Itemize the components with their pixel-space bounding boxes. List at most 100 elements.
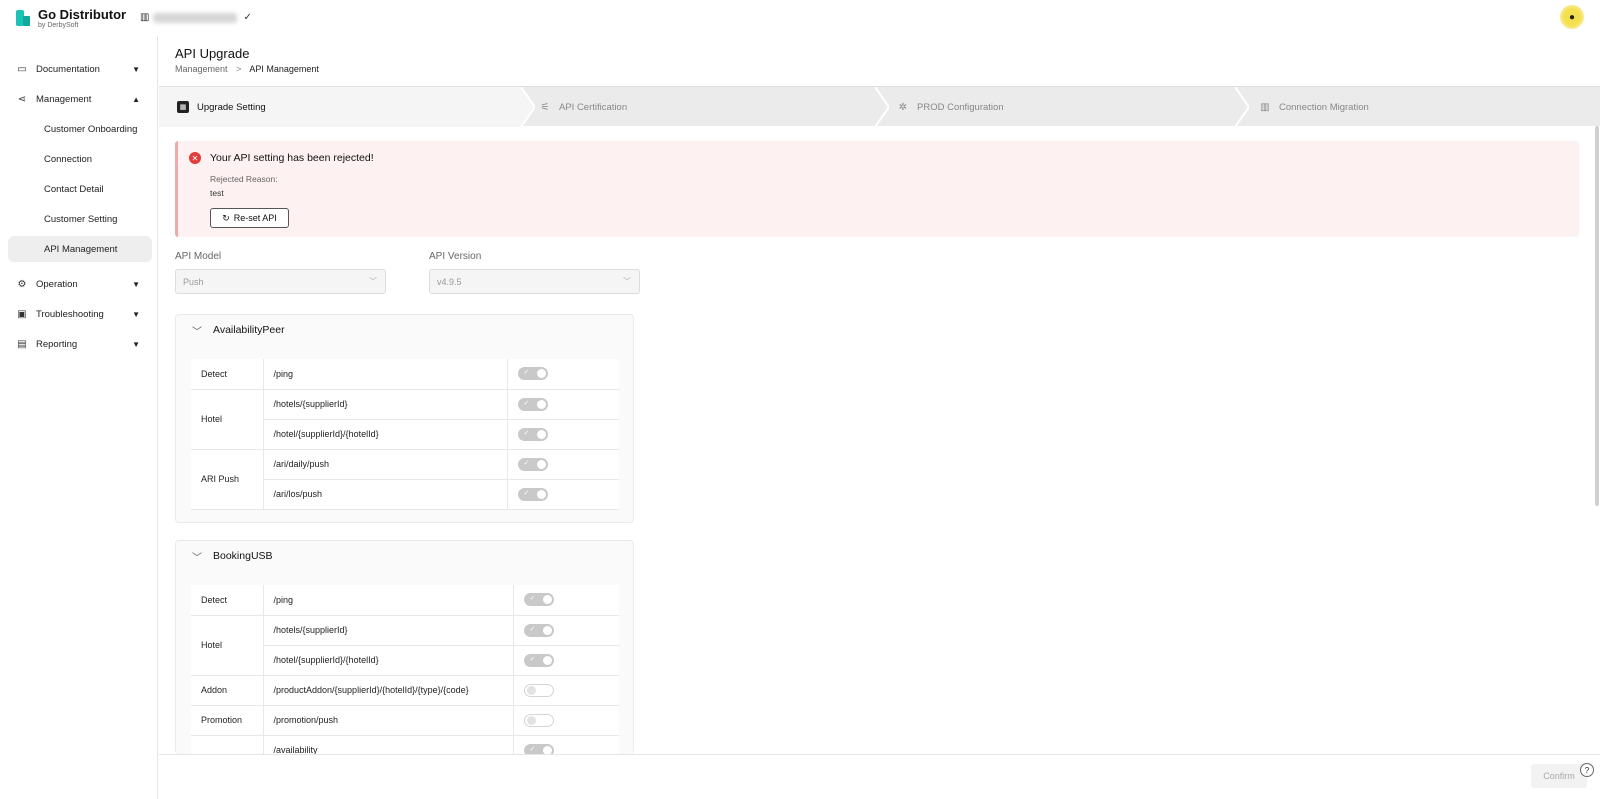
table-row: /availability ✓	[191, 735, 619, 754]
chevron-down-icon: ﹀	[623, 277, 631, 286]
stepper: ▦ Upgrade Setting ⚟ API Certification ✲ …	[159, 86, 1600, 127]
endpoint-toggle[interactable]: ✓	[517, 397, 548, 411]
api-version-value: v4.9.5	[437, 276, 462, 287]
panel-header[interactable]: ﹀ BookingUSB	[176, 541, 633, 571]
step-connection-migration[interactable]: ▥ Connection Migration	[1259, 87, 1589, 127]
step-api-certification[interactable]: ⚟ API Certification	[539, 87, 869, 127]
group-cell: ARI Push	[191, 449, 264, 510]
reset-api-button[interactable]: ↻ Re-set API	[210, 208, 289, 228]
table-row: Hotel /hotels/{supplierId} ✓	[191, 389, 619, 450]
endpoint-toggle[interactable]: ✓	[517, 427, 548, 441]
sidebar-subitem-api-management[interactable]: API Management	[8, 236, 152, 262]
sidebar-subitem-connection[interactable]: Connection	[8, 146, 152, 172]
table-row: Detect /ping ✓	[191, 359, 619, 390]
sidebar-subitem-contact-detail[interactable]: Contact Detail	[8, 176, 152, 202]
endpoint-toggle[interactable]: ✓	[523, 623, 554, 637]
panel-header[interactable]: ﹀ AvailabilityPeer	[176, 315, 635, 345]
sidebar: ▭ Documentation ▼ ⋖ Management ▲ Custome…	[0, 36, 158, 799]
toggle-cell: ✓	[507, 359, 619, 390]
api-table: Detect /ping ✓ Hotel /hotels/{supplierId…	[191, 585, 619, 754]
toggle-cell	[513, 705, 619, 736]
breadcrumb-current: API Management	[249, 64, 319, 74]
help-icon[interactable]: ?	[1580, 763, 1594, 777]
error-icon: ✕	[189, 152, 201, 164]
scrollbar[interactable]	[1595, 126, 1599, 506]
avatar[interactable]: ●	[1560, 5, 1584, 29]
panel-title: BookingUSB	[213, 550, 273, 562]
logo-icon	[16, 10, 30, 26]
chevron-down-icon: ▼	[132, 64, 140, 74]
endpoint-toggle[interactable]: ✓	[523, 653, 554, 667]
sidebar-item-label: Documentation	[36, 63, 100, 75]
sliders-icon: ⚟	[540, 101, 550, 113]
step-upgrade-setting[interactable]: ▦ Upgrade Setting	[159, 87, 521, 127]
org-name-blurred	[153, 12, 238, 23]
sidebar-item-documentation[interactable]: ▭ Documentation ▼	[8, 56, 152, 82]
breadcrumb-parent[interactable]: Management	[175, 64, 228, 74]
chevron-down-icon: ﹀	[369, 277, 377, 286]
sidebar-item-reporting[interactable]: ▤ Reporting ▼	[8, 331, 152, 357]
check-icon: ✓	[523, 489, 530, 497]
sidebar-item-label: Operation	[36, 278, 78, 290]
api-model-value: Push	[183, 276, 204, 287]
path-cell: /hotel/{supplierId}/{hotelId}	[263, 645, 514, 676]
step-divider	[1235, 87, 1249, 127]
endpoint-toggle[interactable]: ✓	[517, 367, 548, 381]
check-icon: ✓	[523, 369, 530, 377]
step-divider	[521, 87, 535, 127]
check-icon: ✓	[523, 459, 530, 467]
rejected-reason-value: test	[210, 188, 224, 198]
sidebar-subitem-label: Customer Setting	[44, 213, 118, 225]
step-label: Connection Migration	[1279, 101, 1369, 113]
path-cell: /ari/daily/push	[263, 449, 508, 480]
path-cell: /ping	[263, 585, 514, 616]
group-cell: Detect	[191, 359, 264, 390]
sidebar-item-operation[interactable]: ⚙ Operation ▼	[8, 271, 152, 297]
toggle-cell: ✓	[513, 645, 619, 676]
check-icon: ✓	[523, 399, 530, 407]
step-prod-configuration[interactable]: ✲ PROD Configuration	[897, 87, 1227, 127]
sidebar-item-troubleshooting[interactable]: ▣ Troubleshooting ▼	[8, 301, 152, 327]
check-icon: ✓	[243, 12, 252, 23]
panel-bookingusb: ﹀ BookingUSB Detect /ping ✓ Hotel /hotel…	[175, 540, 634, 754]
group-cell: Detect	[191, 585, 264, 616]
app-title: Go Distributor	[38, 7, 127, 22]
table-row: Promotion /promotion/push	[191, 705, 619, 736]
refresh-icon: ↻	[222, 212, 230, 223]
panel-availabilitypeer: ﹀ AvailabilityPeer Detect /ping ✓ Hotel …	[175, 314, 634, 523]
path-cell: /productAddon/{supplierId}/{hotelId}/{ty…	[263, 675, 514, 706]
sidebar-subitem-customer-setting[interactable]: Customer Setting	[8, 206, 152, 232]
app-subtitle: by DerbySoft	[38, 22, 79, 29]
panel-title: AvailabilityPeer	[213, 324, 285, 336]
endpoint-toggle[interactable]	[523, 713, 554, 727]
rejection-alert: ✕ Your API setting has been rejected! Re…	[175, 141, 1579, 237]
breadcrumb: Management > API Management	[175, 64, 319, 74]
endpoint-toggle[interactable]: ✓	[517, 457, 548, 471]
endpoint-toggle[interactable]	[523, 683, 554, 697]
chevron-down-icon: ▼	[132, 339, 140, 349]
endpoint-toggle[interactable]: ✓	[523, 593, 554, 607]
table-row: Hotel /hotels/{supplierId} ✓	[191, 615, 619, 676]
top-bar: Go Distributor by DerbySoft ▥ ✓ ●	[0, 0, 1600, 36]
group-cell: Hotel	[191, 615, 264, 676]
group-cell: Addon	[191, 675, 264, 706]
org-selector[interactable]: ▥ ✓	[140, 12, 252, 23]
api-version-select[interactable]: v4.9.5 ﹀	[429, 269, 640, 294]
endpoint-toggle[interactable]: ✓	[517, 487, 548, 501]
group-cell: Hotel	[191, 389, 264, 450]
chevron-up-icon: ▲	[132, 94, 140, 104]
group-cell: Promotion	[191, 705, 264, 736]
endpoint-toggle[interactable]: ✓	[523, 743, 554, 754]
sidebar-subitem-customer-onboarding[interactable]: Customer Onboarding	[8, 116, 152, 142]
check-icon: ✓	[529, 625, 536, 633]
api-model-select[interactable]: Push ﹀	[175, 269, 386, 294]
toggle-cell	[513, 675, 619, 706]
main-content: API Upgrade Management > API Management …	[159, 36, 1600, 799]
toggle-cell: ✓	[507, 479, 619, 510]
check-icon: ✓	[529, 745, 536, 753]
app-logo[interactable]: Go Distributor by DerbySoft	[16, 8, 126, 30]
sidebar-item-management[interactable]: ⋖ Management ▲	[8, 86, 152, 112]
confirm-button[interactable]: Confirm	[1531, 764, 1587, 788]
step-label: API Certification	[559, 101, 628, 113]
building-icon: ▥	[1260, 101, 1270, 113]
